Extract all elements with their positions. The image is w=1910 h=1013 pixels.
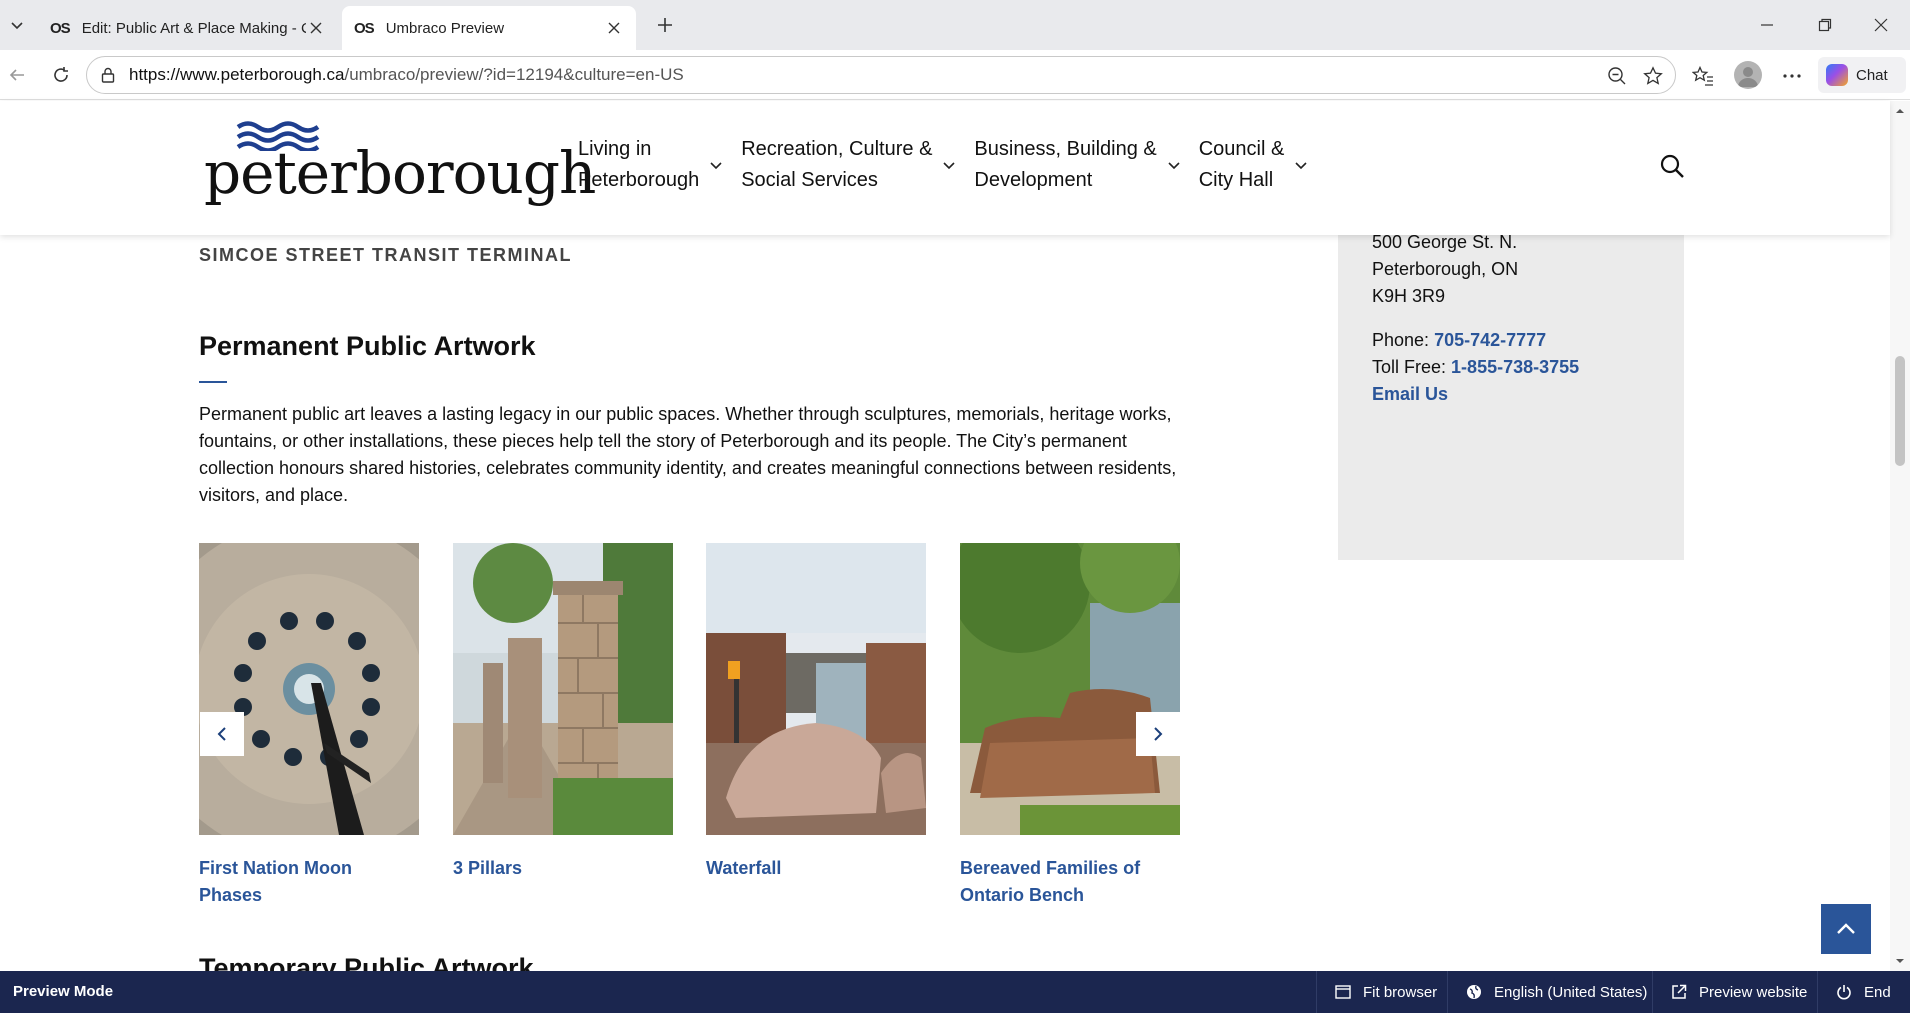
copilot-chat-button[interactable]: Chat <box>1818 57 1906 93</box>
preview-mode-label: Preview Mode <box>13 983 114 1000</box>
preview-website-label: Preview website <box>1699 983 1808 1001</box>
browser-tab-bar: OS Edit: Public Art & Place Making - C O… <box>0 0 1910 50</box>
umbraco-favicon-icon: OS <box>50 19 71 37</box>
restore-icon[interactable] <box>1810 10 1840 40</box>
close-tab-icon[interactable] <box>306 18 326 38</box>
url-text: https://www.peterborough.ca/umbraco/prev… <box>129 65 684 85</box>
nav-council-city-hall[interactable]: Council & City Hall <box>1199 134 1309 196</box>
nav-label: Council & City Hall <box>1198 138 1285 191</box>
fit-browser-icon <box>1335 985 1351 999</box>
culture-label: English (United States) <box>1494 983 1648 1001</box>
tollfree-label: Toll Free: <box>1372 357 1447 377</box>
page-scrollbar[interactable] <box>1890 101 1910 971</box>
waterfall-photo[interactable] <box>706 543 926 835</box>
tollfree-link[interactable]: 1-855-738-3755 <box>1451 357 1579 377</box>
close-tab-icon[interactable] <box>604 18 624 38</box>
url-path: /umbraco/preview/?id=12194&culture=en-US <box>344 65 684 84</box>
logo-wordmark: peterborough <box>204 139 596 207</box>
permanent-artwork-heading: Permanent Public Artwork <box>199 331 536 361</box>
nav-label: Recreation, Culture & Social Services <box>741 138 933 191</box>
nav-recreation-culture[interactable]: Recreation, Culture & Social Services <box>741 134 956 196</box>
scrollbar-thumb[interactable] <box>1895 356 1905 466</box>
end-label: End <box>1864 983 1891 1001</box>
chevron-down-icon <box>710 162 722 170</box>
temporary-artwork-heading: Temporary Public Artwork <box>199 953 534 971</box>
preview-website-button[interactable]: Preview website <box>1652 971 1825 1013</box>
favorites-list-icon[interactable] <box>1689 62 1717 90</box>
nav-label: Living in Peterborough <box>578 138 700 191</box>
tab-edit-public-art[interactable]: OS Edit: Public Art & Place Making - C <box>38 6 338 50</box>
card-caption-link[interactable]: 3 Pillars <box>453 855 673 882</box>
email-us-link[interactable]: Email Us <box>1372 384 1448 404</box>
chevron-down-icon <box>1168 162 1180 170</box>
lock-icon[interactable] <box>99 66 117 84</box>
intro-paragraph: Permanent public art leaves a lasting le… <box>199 404 1177 505</box>
scroll-up-arrow-icon[interactable] <box>1894 105 1906 117</box>
card-caption-link[interactable]: First Nation Moon Phases <box>199 855 419 909</box>
scroll-down-arrow-icon[interactable] <box>1894 955 1906 967</box>
nav-living-in-peterborough[interactable]: Living in Peterborough <box>578 134 723 196</box>
artwork-card[interactable]: Waterfall <box>706 543 926 882</box>
globe-icon <box>1467 985 1481 999</box>
copilot-icon <box>1826 64 1848 86</box>
contact-info: 500 George St. N. Peterborough, ON K9H 3… <box>1372 229 1579 408</box>
fit-browser-button[interactable]: Fit browser <box>1316 971 1455 1013</box>
url-field[interactable]: https://www.peterborough.ca/umbraco/prev… <box>86 56 1676 94</box>
umbraco-favicon-icon: OS <box>354 19 375 37</box>
card-caption-link[interactable]: Bereaved Families of Ontario Bench <box>960 855 1180 909</box>
chevron-left-icon <box>217 727 226 741</box>
tab-label: Umbraco Preview <box>385 19 505 37</box>
phone-link[interactable]: 705-742-7777 <box>1434 330 1546 350</box>
tab-label: Edit: Public Art & Place Making - C <box>81 19 306 37</box>
favorite-star-icon[interactable] <box>1641 64 1665 88</box>
back-to-top-button[interactable] <box>1821 904 1871 954</box>
chevron-right-icon <box>1154 727 1163 741</box>
culture-selector-button[interactable]: English (United States) <box>1447 971 1665 1013</box>
address-city: Peterborough, ON <box>1372 259 1519 279</box>
url-host: https://www.peterborough.ca <box>129 65 345 84</box>
three-pillars-photo[interactable] <box>453 543 673 835</box>
browser-address-bar: https://www.peterborough.ca/umbraco/prev… <box>0 50 1910 100</box>
address-postal: K9H 3R9 <box>1372 286 1446 306</box>
more-options-icon[interactable] <box>1778 62 1806 90</box>
external-link-icon <box>1672 984 1687 999</box>
moon-phases-photo[interactable] <box>199 543 419 835</box>
carousel-prev-button[interactable] <box>200 712 244 756</box>
nav-label: Business, Building & Development <box>974 138 1157 191</box>
refresh-icon[interactable] <box>48 62 74 88</box>
chevron-down-icon <box>943 162 955 170</box>
main-navigation: Living in Peterborough Recreation, Cultu… <box>578 134 1326 196</box>
power-icon <box>1837 985 1851 1000</box>
heading-divider <box>199 381 227 383</box>
section-link-simcoe-terminal[interactable]: SIMCOE STREET TRANSIT TERMINAL <box>199 245 572 266</box>
chat-label: Chat <box>1856 66 1888 84</box>
nav-business-building[interactable]: Business, Building & Development <box>974 134 1180 196</box>
minimize-icon[interactable] <box>1752 10 1782 40</box>
close-window-icon[interactable] <box>1866 10 1896 40</box>
tab-umbraco-preview[interactable]: OS Umbraco Preview <box>342 6 636 50</box>
umbraco-preview-bar: Preview Mode Fit browser English (United… <box>0 971 1910 1013</box>
end-preview-button[interactable]: End <box>1817 971 1909 1013</box>
new-tab-plus-icon[interactable] <box>652 12 678 38</box>
peterborough-logo[interactable]: peterborough <box>204 121 596 211</box>
chevron-up-icon <box>1837 923 1855 934</box>
profile-avatar-icon[interactable] <box>1734 61 1762 89</box>
artwork-card[interactable]: 3 Pillars <box>453 543 673 882</box>
site-header: peterborough Living in Peterborough Recr… <box>0 101 1890 235</box>
search-icon[interactable] <box>1659 153 1685 179</box>
back-arrow-icon[interactable] <box>4 62 30 88</box>
chevron-down-icon <box>1295 162 1307 170</box>
phone-label: Phone: <box>1372 330 1430 350</box>
bereaved-families-bench-photo[interactable] <box>960 543 1180 835</box>
tab-list-chevron-icon[interactable] <box>4 12 30 38</box>
fit-browser-label: Fit browser <box>1363 983 1438 1001</box>
card-caption-link[interactable]: Waterfall <box>706 855 926 882</box>
carousel-next-button[interactable] <box>1136 712 1180 756</box>
zoom-out-icon[interactable] <box>1605 64 1629 88</box>
